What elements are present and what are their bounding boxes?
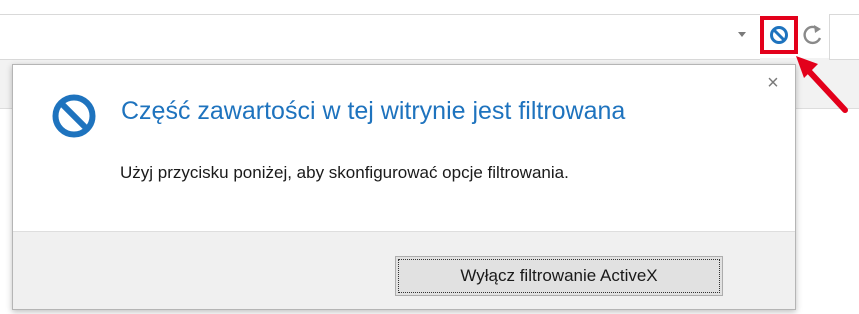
chevron-down-icon[interactable] (738, 32, 746, 37)
browser-window: × Część zawartości w tej witrynie jest f… (0, 0, 859, 314)
activex-filter-button[interactable] (760, 16, 798, 54)
red-arrow-annotation (796, 56, 848, 113)
popup-message: Użyj przycisku poniżej, aby skonfigurowa… (120, 163, 569, 182)
blocked-icon (770, 26, 788, 44)
blocked-icon (52, 94, 96, 138)
content-filter-popup: × Część zawartości w tej witrynie jest f… (12, 64, 796, 310)
address-bar[interactable] (0, 14, 760, 60)
close-icon[interactable]: × (763, 73, 783, 93)
popup-title: Część zawartości w tej witrynie jest fil… (121, 97, 626, 125)
disable-activex-filtering-button[interactable]: Wyłącz filtrowanie ActiveX (395, 256, 723, 296)
refresh-icon[interactable] (800, 22, 826, 50)
